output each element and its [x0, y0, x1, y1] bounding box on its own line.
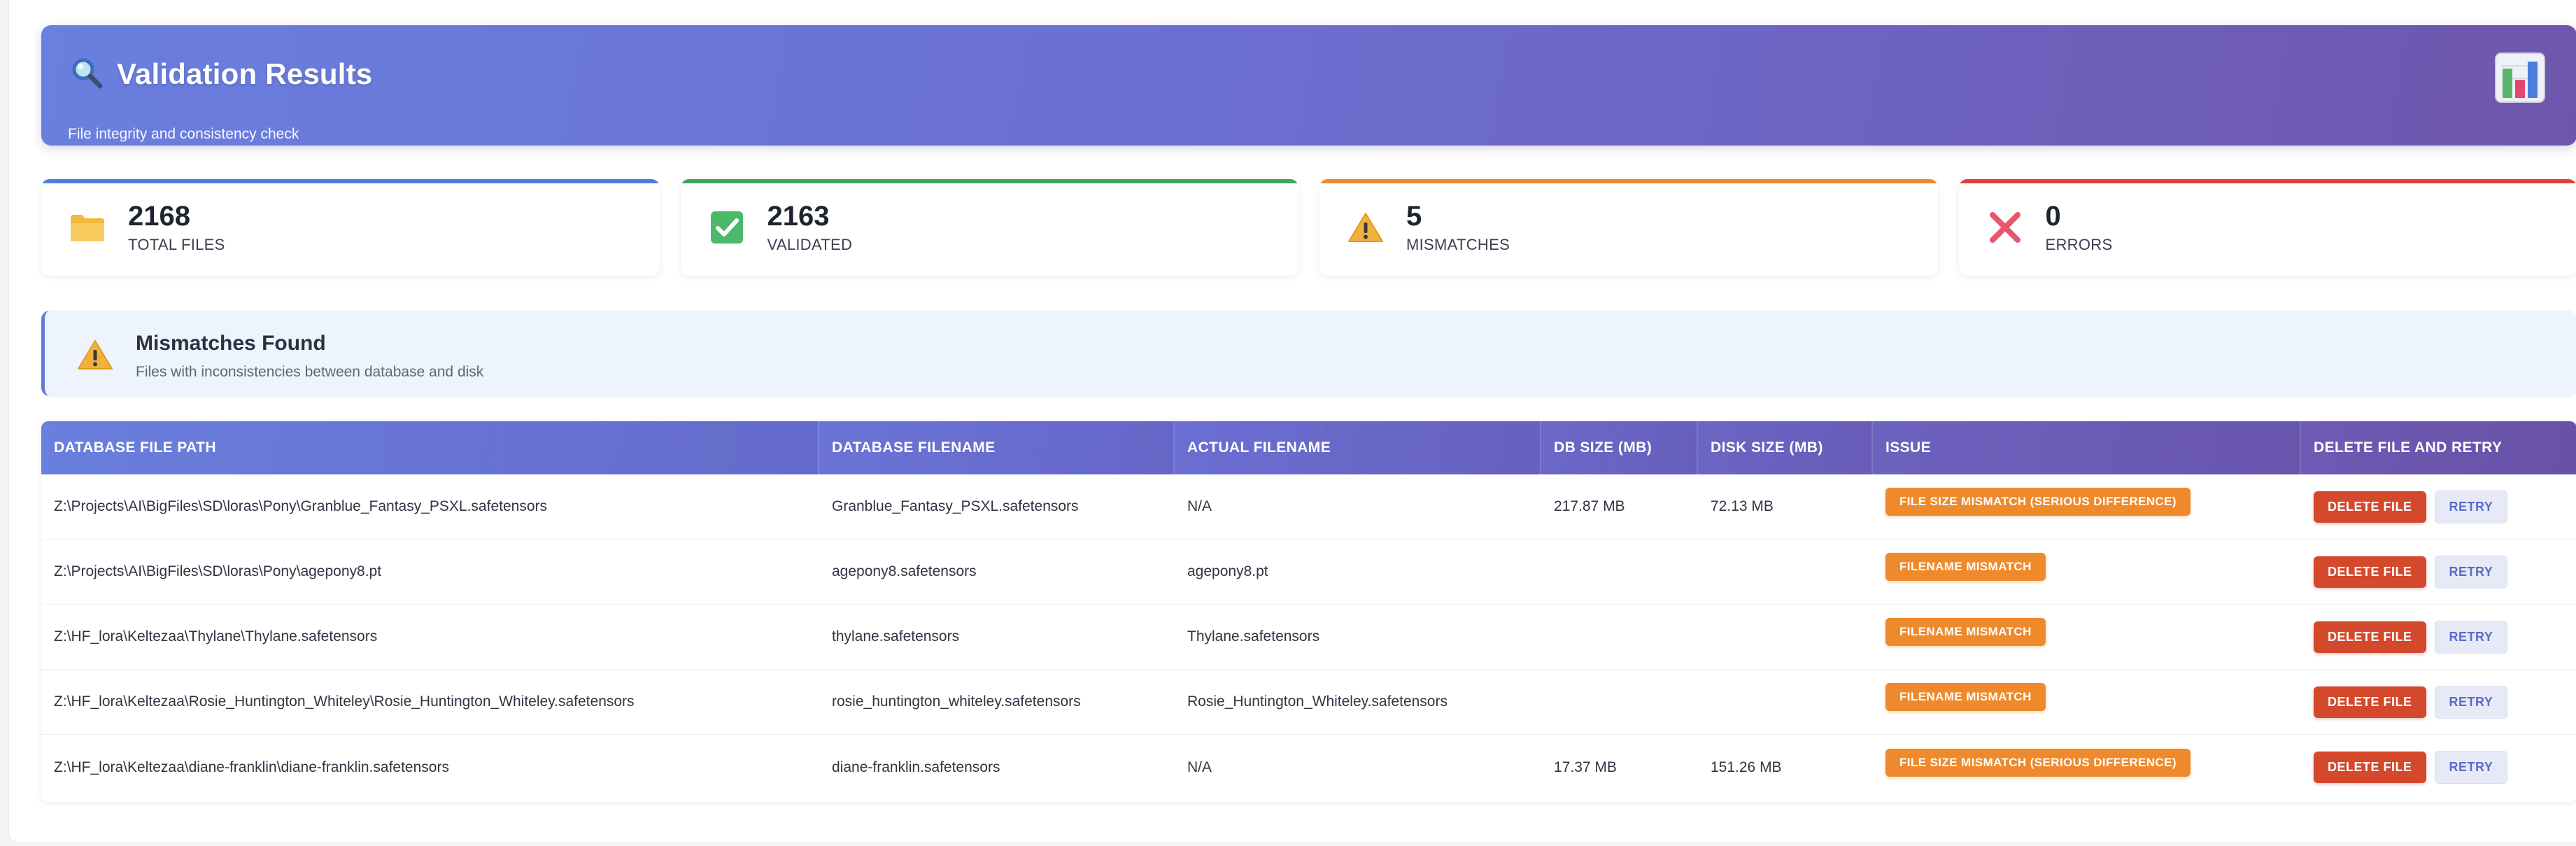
delete-file-button[interactable]: DELETE FILE — [2314, 752, 2426, 783]
column-header-actions: DELETE FILE AND RETRY — [2301, 421, 2576, 474]
banner-title: Mismatches Found — [136, 332, 326, 355]
cell-db-path: Z:\Projects\AI\BigFiles\SD\loras\Pony\ag… — [54, 563, 382, 579]
retry-button[interactable]: RETRY — [2434, 685, 2508, 719]
mismatch-table: DATABASE FILE PATH DATABASE FILENAME ACT… — [41, 421, 2576, 802]
table-row: Z:\HF_lora\Keltezaa\Rosie_Huntington_Whi… — [41, 670, 2576, 735]
issue-badge: FILE SIZE MISMATCH (SERIOUS DIFFERENCE) — [1885, 748, 2191, 777]
cell-disk-size: 151.26 MB — [1711, 759, 1782, 775]
results-header: Validation Results File integrity and co… — [41, 25, 2576, 146]
issue-badge: FILENAME MISMATCH — [1885, 553, 2046, 581]
issue-badge: FILENAME MISMATCH — [1885, 683, 2046, 711]
cell-actual-filename: N/A — [1187, 759, 1212, 775]
cross-icon — [1986, 208, 2025, 247]
validated-value: 2163 — [767, 201, 830, 232]
cell-db-size — [1541, 670, 1698, 734]
table-row: Z:\HF_lora\Keltezaa\Thylane\Thylane.safe… — [41, 605, 2576, 670]
stat-card-total-files: 2168 TOTAL FILES — [41, 179, 660, 276]
stat-card-validated: 2163 VALIDATED — [680, 179, 1298, 276]
validated-label: VALIDATED — [767, 236, 853, 253]
retry-button[interactable]: RETRY — [2434, 490, 2508, 523]
cell-db-size: 17.37 MB — [1554, 759, 1617, 775]
cell-db-filename: rosie_huntington_whiteley.safetensors — [832, 693, 1081, 710]
mismatches-value: 5 — [1406, 201, 1422, 232]
folder-icon — [68, 208, 107, 247]
cell-db-path: Z:\Projects\AI\BigFiles\SD\loras\Pony\Gr… — [54, 498, 547, 514]
cell-disk-size — [1698, 670, 1873, 734]
cell-db-filename: Granblue_Fantasy_PSXL.safetensors — [832, 498, 1079, 514]
bar-chart-icon — [2494, 52, 2546, 107]
page-subtitle: File integrity and consistency check — [68, 126, 299, 142]
mismatches-banner: Mismatches Found Files with inconsistenc… — [41, 311, 2576, 396]
issue-badge: FILENAME MISMATCH — [1885, 618, 2046, 646]
header-title-row: Validation Results — [69, 53, 372, 95]
warning-icon — [77, 339, 113, 374]
delete-file-button[interactable]: DELETE FILE — [2314, 686, 2426, 718]
retry-button[interactable]: RETRY — [2434, 751, 2508, 784]
stat-card-errors: 0 ERRORS — [1958, 179, 2576, 276]
cell-db-path: Z:\HF_lora\Keltezaa\Thylane\Thylane.safe… — [54, 628, 378, 644]
column-header-db-filename: DATABASE FILENAME — [819, 421, 1175, 474]
cell-db-filename: diane-franklin.safetensors — [832, 759, 1000, 775]
cell-db-filename: thylane.safetensors — [832, 628, 960, 644]
cell-actual-filename: Rosie_Huntington_Whiteley.safetensors — [1187, 693, 1448, 710]
page-title: Validation Results — [117, 57, 373, 90]
delete-file-button[interactable]: DELETE FILE — [2314, 491, 2426, 523]
issue-badge: FILE SIZE MISMATCH (SERIOUS DIFFERENCE) — [1885, 488, 2191, 516]
stat-card-mismatches: 5 MISMATCHES — [1319, 179, 1938, 276]
magnifier-icon — [69, 55, 104, 94]
errors-value: 0 — [2045, 201, 2061, 232]
table-row: Z:\Projects\AI\BigFiles\SD\loras\Pony\ag… — [41, 540, 2576, 605]
cell-db-size: 217.87 MB — [1554, 498, 1625, 514]
cell-db-size — [1541, 540, 1698, 604]
cell-db-path: Z:\HF_lora\Keltezaa\diane-franklin\diane… — [54, 759, 449, 775]
column-header-issue: ISSUE — [1873, 421, 2301, 474]
table-row: Z:\HF_lora\Keltezaa\diane-franklin\diane… — [41, 735, 2576, 800]
cell-disk-size: 72.13 MB — [1711, 498, 1774, 514]
checkbox-icon — [707, 208, 746, 247]
delete-file-button[interactable]: DELETE FILE — [2314, 556, 2426, 588]
banner-subtitle: Files with inconsistencies between datab… — [136, 364, 484, 380]
column-header-disk-size: DISK SIZE (MB) — [1698, 421, 1873, 474]
cell-db-path: Z:\HF_lora\Keltezaa\Rosie_Huntington_Whi… — [54, 693, 635, 710]
total-files-value: 2168 — [128, 201, 190, 232]
cell-db-size — [1541, 605, 1698, 669]
column-header-db-path: DATABASE FILE PATH — [41, 421, 819, 474]
table-header-row: DATABASE FILE PATH DATABASE FILENAME ACT… — [41, 421, 2576, 474]
cell-disk-size — [1698, 540, 1873, 604]
validation-page: Validation Results File integrity and co… — [8, 0, 2576, 843]
column-header-actual-filename: ACTUAL FILENAME — [1175, 421, 1541, 474]
cell-actual-filename: N/A — [1187, 498, 1212, 514]
table-row: Z:\Projects\AI\BigFiles\SD\loras\Pony\Gr… — [41, 474, 2576, 540]
warning-icon — [1346, 208, 1385, 247]
column-header-db-size: DB SIZE (MB) — [1541, 421, 1698, 474]
stats-row: 2168 TOTAL FILES 2163 VALIDATED 5 MISMAT… — [41, 179, 2576, 276]
retry-button[interactable]: RETRY — [2434, 620, 2508, 654]
cell-db-filename: agepony8.safetensors — [832, 563, 977, 579]
cell-disk-size — [1698, 605, 1873, 669]
total-files-label: TOTAL FILES — [128, 236, 225, 253]
errors-label: ERRORS — [2045, 236, 2113, 253]
cell-actual-filename: agepony8.pt — [1187, 563, 1268, 579]
delete-file-button[interactable]: DELETE FILE — [2314, 621, 2426, 653]
mismatches-label: MISMATCHES — [1406, 236, 1510, 253]
retry-button[interactable]: RETRY — [2434, 555, 2508, 588]
cell-actual-filename: Thylane.safetensors — [1187, 628, 1320, 644]
